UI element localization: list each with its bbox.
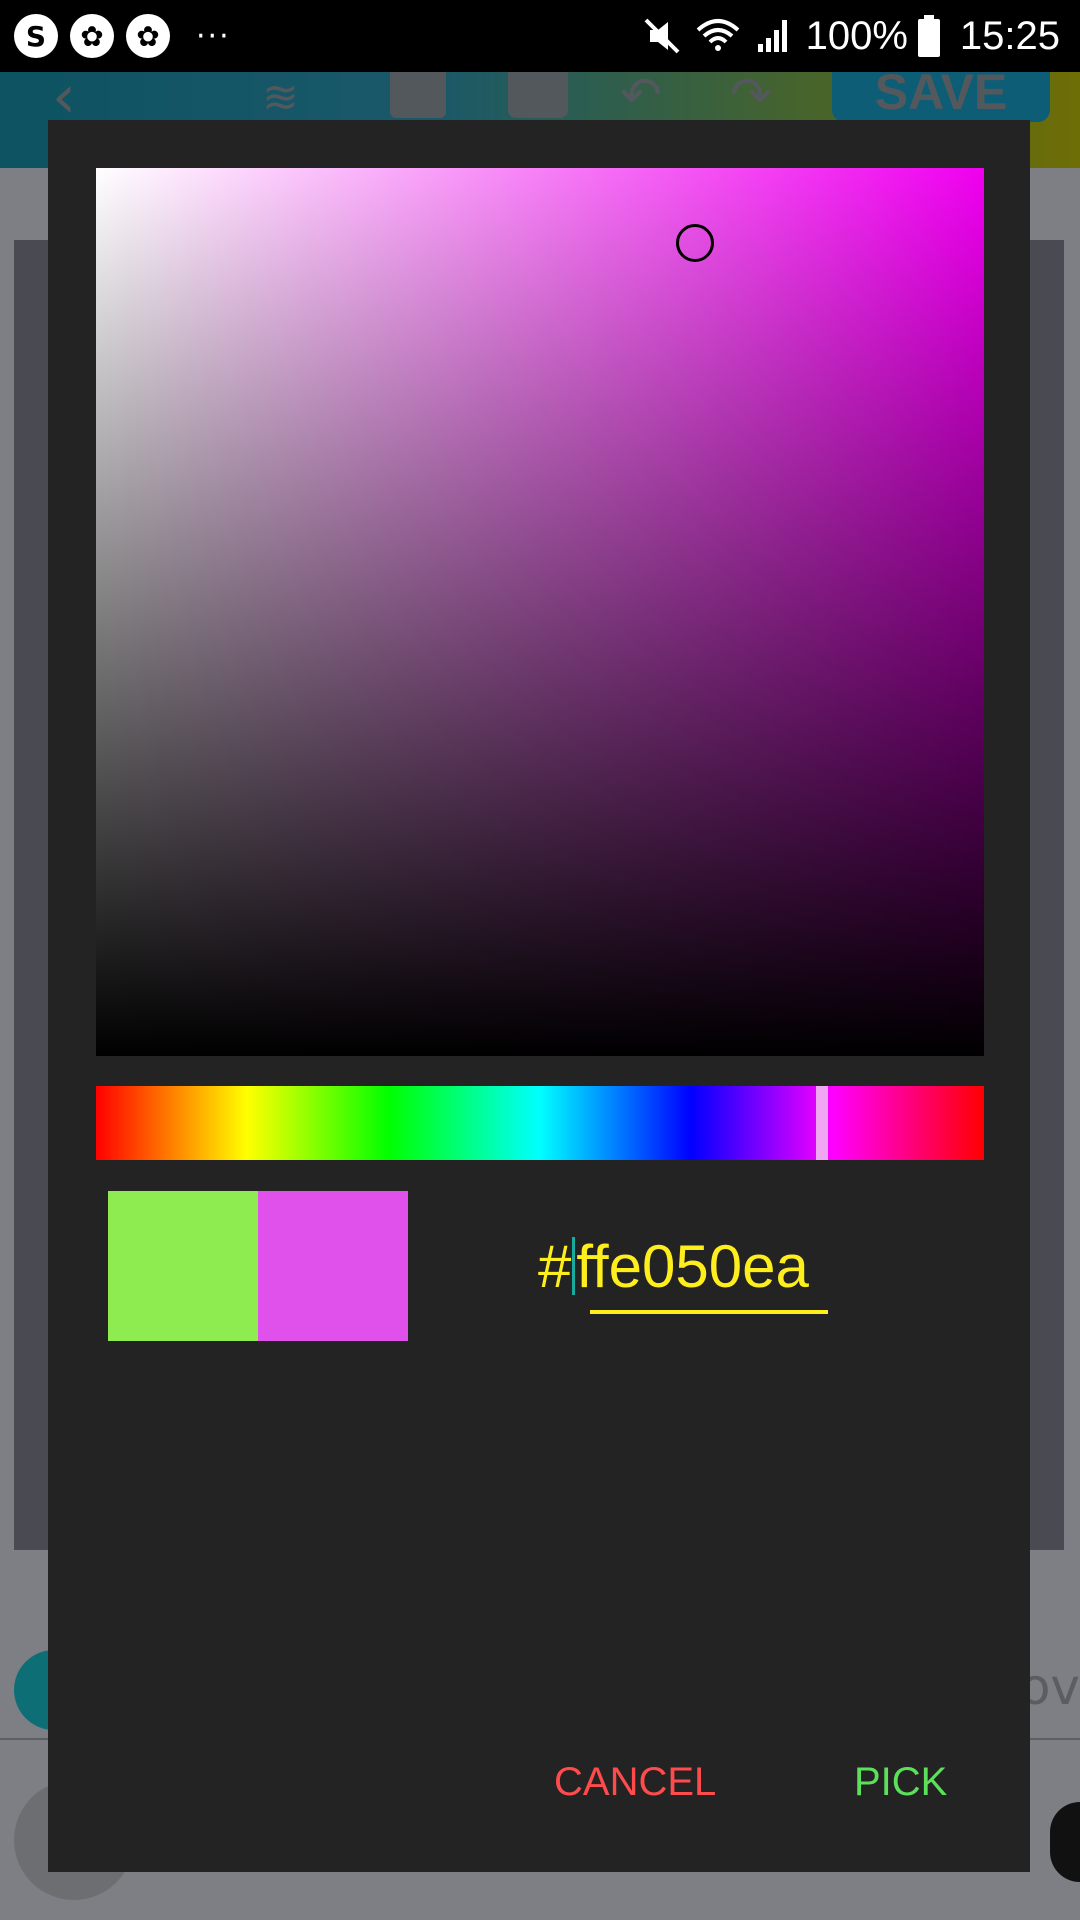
pick-button[interactable]: PICK <box>854 1760 947 1805</box>
mute-icon <box>642 16 682 56</box>
crop-icon[interactable] <box>390 72 446 118</box>
status-left-icons: S ✿ ✿ ··· <box>14 14 231 58</box>
layers-icon[interactable]: ≋ <box>262 72 299 123</box>
wifi-icon <box>694 16 742 56</box>
cancel-button[interactable]: CANCEL <box>554 1760 716 1805</box>
undo-icon[interactable]: ↶ <box>620 66 662 124</box>
hex-color-input[interactable] <box>576 1231 827 1301</box>
flower-icon: ✿ <box>126 14 170 58</box>
old-color-swatch <box>108 1191 258 1341</box>
hex-input-underline <box>590 1310 828 1314</box>
hue-slider-thumb[interactable] <box>816 1086 828 1160</box>
status-bar: S ✿ ✿ ··· 100% 15:25 <box>0 0 1080 72</box>
flower-icon: ✿ <box>70 14 114 58</box>
signal-icon <box>754 16 794 56</box>
sv-selector-handle[interactable] <box>676 224 714 262</box>
save-button[interactable]: SAVE <box>832 67 1050 122</box>
battery-percent: 100% <box>805 13 908 58</box>
lock-icon[interactable] <box>508 72 568 118</box>
text-caret <box>572 1237 576 1295</box>
clock: 15:25 <box>959 13 1060 58</box>
skype-icon: S <box>14 14 58 58</box>
new-color-swatch <box>258 1191 408 1341</box>
hex-input-row: # <box>538 1226 827 1306</box>
saturation-value-picker[interactable] <box>96 168 984 1056</box>
more-notifications-icon: ··· <box>196 18 231 54</box>
color-picker-dialog: # CANCEL PICK <box>48 120 1030 1872</box>
hex-prefix: # <box>538 1232 572 1300</box>
battery-icon <box>916 15 942 57</box>
hue-slider[interactable] <box>96 1086 984 1160</box>
redo-icon[interactable]: ↷ <box>730 66 772 124</box>
status-right: 100% 15:25 <box>642 0 1060 72</box>
